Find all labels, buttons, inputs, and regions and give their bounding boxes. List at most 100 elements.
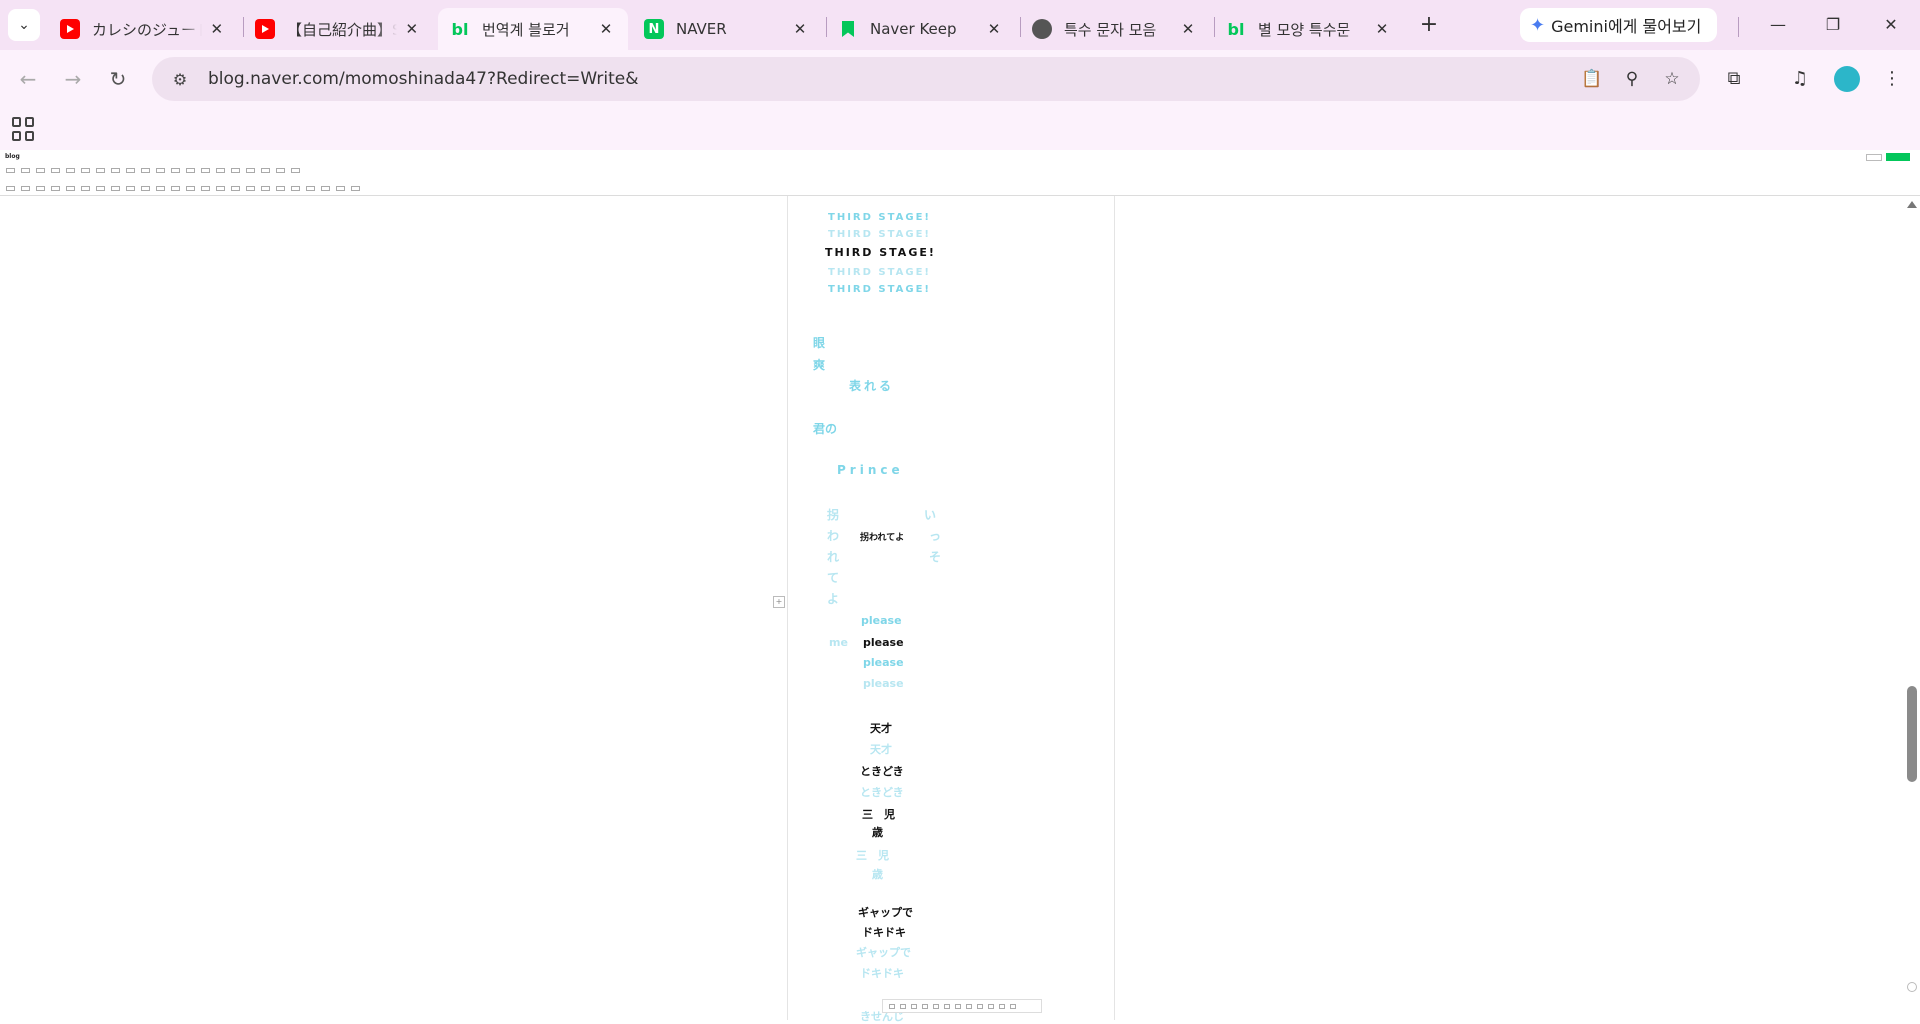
close-icon[interactable]: ✕	[403, 20, 421, 38]
editor-header-actions	[1866, 153, 1910, 161]
back-button[interactable]: ←	[12, 63, 44, 95]
lyric-line[interactable]: ときどき	[860, 763, 904, 779]
lyric-line[interactable]: me	[829, 636, 848, 649]
gemini-label: Gemini에게 물어보기	[1551, 17, 1702, 36]
lyric-line[interactable]: Prince	[837, 463, 904, 477]
profile-avatar[interactable]	[1834, 66, 1860, 92]
lyric-line[interactable]: そ	[929, 548, 941, 565]
floating-toolbar[interactable]	[882, 999, 1042, 1013]
naver-blog-icon: bl	[1227, 19, 1245, 39]
lyric-line[interactable]: わ	[827, 527, 839, 544]
lyric-line[interactable]: 拐われてよ	[860, 530, 904, 543]
tab-title: 별 모양 특수문	[1258, 20, 1351, 39]
restore-button[interactable]: ❐	[1818, 10, 1848, 40]
publish-button[interactable]	[1886, 153, 1910, 161]
lyric-line[interactable]: 君の	[813, 420, 837, 437]
lyric-line[interactable]: 拐	[827, 506, 839, 523]
lyric-line[interactable]: please	[863, 677, 904, 690]
new-tab-button[interactable]: +	[1414, 10, 1444, 40]
lyric-line[interactable]: 天才	[870, 741, 892, 757]
reload-button[interactable]: ↻	[102, 63, 134, 95]
lyric-line[interactable]: い	[924, 506, 936, 523]
tab-4[interactable]: N NAVER ✕	[632, 8, 822, 50]
forward-button[interactable]: →	[57, 63, 89, 95]
lyric-line[interactable]: ギャップで	[856, 944, 911, 960]
naver-icon: N	[644, 19, 664, 39]
lyric-line[interactable]: て	[827, 569, 839, 586]
tab-strip: ⌄ カレシのジュード ✕ 【自己紹介曲】SI ✕ bl 번역계 블로거 ✕ N …	[0, 0, 1920, 50]
clipboard-icon[interactable]: 📋	[1578, 65, 1606, 93]
address-bar[interactable]: ⚙ blog.naver.com/momoshinada47?Redirect=…	[152, 57, 1700, 101]
lyric-line[interactable]: THIRD STAGE!	[825, 246, 936, 259]
lyric-line[interactable]: 眼	[813, 334, 825, 351]
lyric-line[interactable]: ドキドキ	[860, 965, 904, 981]
lyric-line[interactable]: please	[863, 656, 904, 669]
bookmark-star-icon[interactable]: ☆	[1658, 65, 1686, 93]
tab-6[interactable]: 특수 문자 모음 ✕	[1020, 8, 1210, 50]
lyric-line[interactable]: れ	[827, 548, 839, 565]
close-icon[interactable]: ✕	[790, 20, 810, 38]
tab-title: カレシのジュード	[92, 20, 202, 39]
tab-title: NAVER	[676, 20, 727, 38]
apps-grid-icon[interactable]	[12, 117, 36, 141]
address-url[interactable]: blog.naver.com/momoshinada47?Redirect=Wr…	[208, 69, 639, 89]
lyric-line[interactable]: 爽	[813, 356, 825, 373]
lyric-line[interactable]: 歳	[872, 866, 883, 882]
extensions-icon[interactable]: ⧉	[1718, 63, 1750, 95]
lyric-line[interactable]: THIRD STAGE!	[828, 212, 931, 223]
close-icon: ✕	[1884, 15, 1898, 34]
scroll-down-icon[interactable]	[1907, 982, 1917, 992]
lyric-line[interactable]: 表れる	[849, 377, 894, 394]
globe-icon	[1032, 19, 1052, 39]
lyric-line[interactable]: THIRD STAGE!	[828, 229, 931, 240]
close-icon[interactable]: ✕	[596, 20, 616, 38]
editor-toolbar-row-2[interactable]	[6, 186, 360, 191]
zoom-icon[interactable]: ⚲	[1618, 65, 1646, 93]
scroll-thumb[interactable]	[1907, 686, 1917, 782]
tab-title: 특수 문자 모음	[1064, 20, 1157, 39]
gemini-button[interactable]: ✦ Gemini에게 물어보기	[1520, 8, 1718, 42]
close-icon[interactable]: ✕	[984, 20, 1004, 38]
reload-icon: ↻	[109, 67, 127, 91]
tab-7[interactable]: bl 별 모양 특수문 ✕	[1214, 8, 1404, 50]
lyric-line[interactable]: please	[861, 614, 902, 627]
lyric-line[interactable]: 歳	[872, 824, 883, 840]
save-button[interactable]	[1866, 153, 1882, 161]
editor-toolbar-row-1[interactable]	[6, 168, 300, 173]
tab-search-button[interactable]: ⌄	[8, 9, 40, 41]
lyric-line[interactable]: 三 児	[862, 806, 895, 822]
tab-2[interactable]: 【自己紹介曲】SI ✕	[243, 8, 433, 50]
editor-document[interactable]: THIRD STAGE! THIRD STAGE! THIRD STAGE! T…	[787, 196, 1115, 1023]
blog-logo: blog	[5, 153, 20, 160]
scroll-up-arrow-icon[interactable]	[1907, 201, 1917, 208]
close-icon[interactable]: ✕	[1178, 20, 1198, 38]
lyric-line[interactable]: ギャップで	[858, 904, 913, 920]
tab-title: Naver Keep	[870, 20, 957, 38]
lyric-line[interactable]: よ	[827, 590, 839, 607]
menu-kebab-icon[interactable]: ⋮	[1876, 63, 1908, 95]
lyric-line[interactable]: 三 児	[856, 847, 889, 863]
close-icon[interactable]: ✕	[1372, 20, 1392, 38]
close-icon[interactable]: ✕	[208, 20, 226, 38]
tab-title: 번역계 블로거	[482, 20, 570, 39]
browser-toolbar: ← → ↻ ⚙ blog.naver.com/momoshinada47?Red…	[0, 50, 1920, 108]
tab-separator	[1738, 17, 1739, 37]
chevron-down-icon: ⌄	[18, 17, 30, 33]
lyric-line[interactable]: THIRD STAGE!	[828, 284, 931, 295]
lyric-line[interactable]: っ	[929, 527, 941, 544]
minimize-button[interactable]: —	[1763, 10, 1793, 40]
lyric-line[interactable]: 天才	[870, 720, 892, 736]
tab-1[interactable]: カレシのジュード ✕	[48, 8, 238, 50]
lyric-line[interactable]: please	[863, 636, 904, 649]
tab-5[interactable]: Naver Keep ✕	[826, 8, 1016, 50]
insert-component-button[interactable]: +	[773, 596, 785, 608]
lyric-line[interactable]: ときどき	[860, 784, 904, 800]
page-scrollbar[interactable]	[1904, 196, 1920, 1020]
lyric-line[interactable]: THIRD STAGE!	[828, 267, 931, 278]
close-window-button[interactable]: ✕	[1876, 10, 1906, 40]
minimize-icon: —	[1770, 15, 1786, 34]
tab-3-active[interactable]: bl 번역계 블로거 ✕	[438, 8, 628, 50]
lyric-line[interactable]: ドキドキ	[862, 924, 906, 940]
site-info-icon[interactable]: ⚙	[158, 70, 202, 89]
media-control-icon[interactable]: ♫	[1784, 63, 1816, 95]
